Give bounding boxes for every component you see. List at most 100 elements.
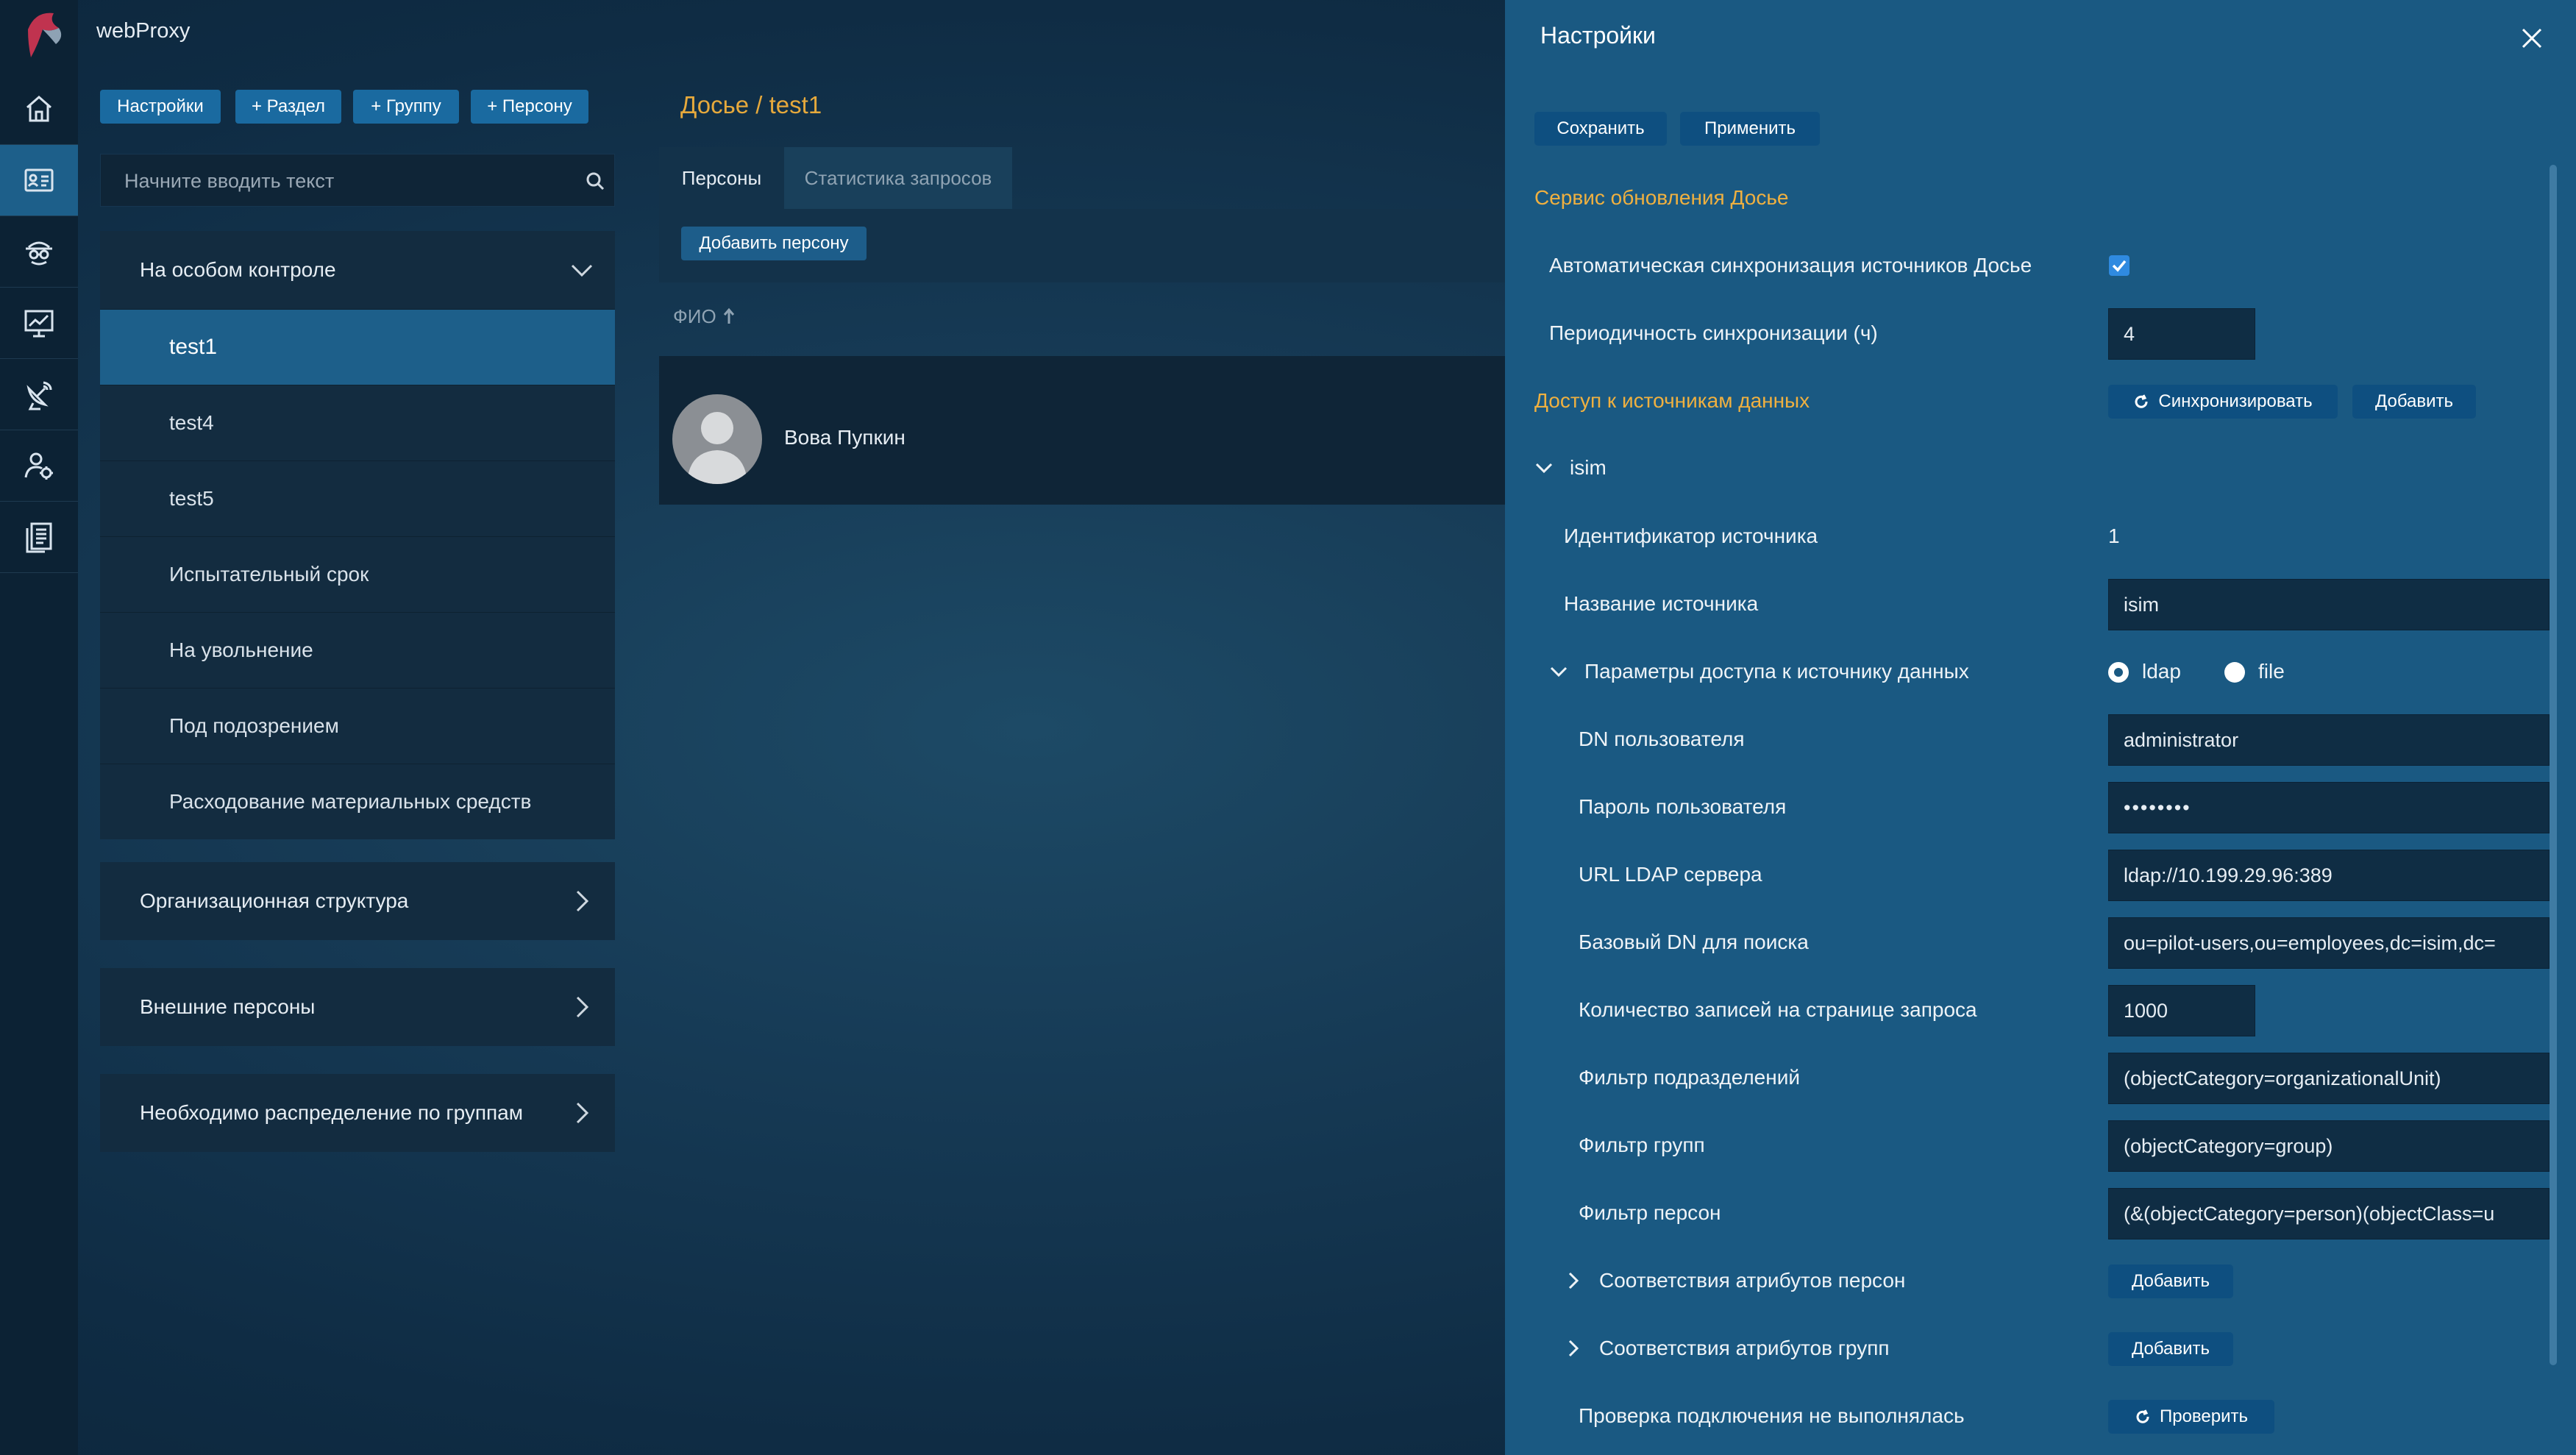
user-dn-label: DN пользователя (1579, 728, 1745, 750)
group-header-special-control[interactable]: На особом контроле (100, 231, 615, 309)
group-title: Внешние персоны (140, 995, 316, 1018)
group-filter-label: Фильтр групп (1579, 1134, 1705, 1156)
person-attr-map-label: Соответствия атрибутов персон (1599, 1269, 1906, 1292)
tab-persons[interactable]: Персоны (659, 147, 784, 209)
radio-file-label: file (2258, 660, 2285, 683)
check-button-label: Проверить (2159, 1406, 2249, 1426)
chevron-down-icon[interactable] (1549, 662, 1568, 681)
group-item-test5[interactable]: test5 (100, 460, 615, 536)
group-special-control: На особом контроле test1 test4 test5 Исп… (100, 231, 615, 839)
satellite-dish-icon[interactable] (0, 359, 78, 430)
group-item-material-spending[interactable]: Расходование материальных средств (100, 764, 615, 839)
auto-sync-checkbox[interactable] (2109, 255, 2130, 276)
page-size-label: Количество записей на странице запроса (1579, 998, 1977, 1021)
group-filter-field[interactable]: (objectCategory=group) (2108, 1120, 2550, 1172)
password-field[interactable]: •••••••• (2108, 782, 2550, 833)
check-status-label: Проверка подключения не выполнялась (1579, 1404, 1965, 1427)
person-filter-field[interactable]: (&(objectCategory=person)(objectClass=u (2108, 1188, 2550, 1239)
access-params-label: Параметры доступа к источнику данных (1584, 660, 1969, 683)
group-item-test4[interactable]: test4 (100, 385, 615, 460)
chevron-right-icon[interactable] (1564, 1339, 1583, 1358)
tab-request-stats[interactable]: Статистика запросов (784, 147, 1012, 209)
center-tabs: Персоны Статистика запросов (659, 147, 1505, 209)
password-label: Пароль пользователя (1579, 795, 1787, 818)
group-title: На особом контроле (140, 258, 336, 281)
dossier-icon[interactable] (0, 145, 78, 216)
source-title-label: Название источника (1564, 592, 1759, 615)
section-data-access: Доступ к источникам данных (1534, 389, 1810, 412)
ldap-url-field[interactable]: ldap://10.199.29.96:389 (2108, 850, 2550, 901)
add-person-button[interactable]: + Персону (471, 90, 588, 124)
add-person-tab-button[interactable]: Добавить персону (681, 227, 867, 260)
reports-icon[interactable] (0, 502, 78, 572)
table-row[interactable]: Вова Пупкин (659, 356, 1505, 505)
add-group-button[interactable]: + Группу (353, 90, 459, 124)
sync-button[interactable]: Синхронизировать (2108, 385, 2338, 419)
presentation-chart-icon[interactable] (0, 288, 78, 358)
nav-rail (0, 0, 78, 1455)
group-title: Организационная структура (140, 889, 409, 912)
search-input[interactable] (123, 154, 567, 207)
source-id-label: Идентификатор источника (1564, 524, 1818, 547)
refresh-icon (2135, 394, 2148, 408)
center-toolbar: Добавить персону (659, 209, 1505, 282)
ldap-url-label: URL LDAP сервера (1579, 863, 1762, 886)
search-box (100, 154, 615, 207)
source-title-field[interactable]: isim (2108, 579, 2550, 630)
group-title: Необходимо распределение по группам (140, 1101, 524, 1124)
apply-button[interactable]: Применить (1680, 112, 1820, 146)
sync-period-label: Периодичность синхронизации (ч) (1549, 321, 1878, 344)
group-org-structure[interactable]: Организационная структура (100, 862, 615, 940)
person-name: Вова Пупкин (784, 426, 905, 449)
column-header-label: ФИО (673, 305, 716, 327)
group-item-suspicion[interactable]: Под подозрением (100, 688, 615, 764)
section-update-service: Сервис обновления Досье (1534, 186, 1789, 209)
page-size-field[interactable]: 1000 (2108, 985, 2255, 1036)
app-title: webProxy (96, 19, 191, 43)
add-source-button[interactable]: Добавить (2352, 385, 2476, 419)
search-icon[interactable] (585, 171, 605, 191)
checkmark-icon (2112, 260, 2127, 272)
ou-filter-field[interactable]: (objectCategory=organizationalUnit) (2108, 1053, 2550, 1104)
sort-up-icon (723, 307, 735, 324)
panel-scrollbar[interactable] (2550, 165, 2557, 1365)
group-external-persons[interactable]: Внешние персоны (100, 968, 615, 1046)
person-filter-label: Фильтр персон (1579, 1201, 1721, 1224)
user-dn-field[interactable]: administrator (2108, 714, 2550, 766)
radio-ldap-label: ldap (2142, 660, 2181, 683)
source-id-value: 1 (2108, 524, 2120, 547)
radio-ldap[interactable] (2108, 662, 2129, 683)
chevron-right-icon[interactable] (569, 889, 594, 914)
chevron-right-icon[interactable] (1564, 1271, 1583, 1290)
sync-period-field[interactable]: 4 (2108, 308, 2255, 360)
add-section-button[interactable]: + Раздел (235, 90, 341, 124)
settings-button[interactable]: Настройки (100, 90, 221, 124)
user-settings-icon[interactable] (0, 430, 78, 501)
chevron-right-icon[interactable] (569, 1100, 594, 1125)
chevron-right-icon[interactable] (569, 995, 594, 1020)
app-logo-icon (28, 13, 62, 57)
auto-sync-label: Автоматическая синхронизация источников … (1549, 254, 2032, 277)
spy-icon[interactable] (0, 216, 78, 287)
group-distribution-needed[interactable]: Необходимо распределение по группам (100, 1074, 615, 1152)
add-group-attr-button[interactable]: Добавить (2108, 1332, 2233, 1366)
radio-file[interactable] (2224, 662, 2245, 683)
add-person-attr-button[interactable]: Добавить (2108, 1264, 2233, 1298)
close-icon[interactable] (2520, 26, 2544, 50)
base-dn-label: Базовый DN для поиска (1579, 931, 1809, 953)
chevron-down-icon[interactable] (1534, 458, 1554, 477)
column-header-fio[interactable]: ФИО (673, 305, 736, 328)
home-icon[interactable] (0, 74, 78, 144)
group-item-test1[interactable]: test1 (100, 309, 615, 385)
source-name-header: isim (1570, 456, 1607, 479)
save-button[interactable]: Сохранить (1534, 112, 1667, 146)
breadcrumb: Досье / test1 (680, 91, 822, 118)
group-item-dismissal[interactable]: На увольнение (100, 612, 615, 688)
sync-button-label: Синхронизировать (2158, 391, 2313, 411)
base-dn-field[interactable]: ou=pilot-users,ou=employees,dc=isim,dc= (2108, 917, 2550, 969)
chevron-down-icon[interactable] (569, 257, 594, 282)
group-attr-map-label: Соответствия атрибутов групп (1599, 1337, 1890, 1359)
refresh-icon (2136, 1409, 2149, 1423)
check-connection-button[interactable]: Проверить (2108, 1400, 2274, 1434)
group-item-probation[interactable]: Испытательный срок (100, 536, 615, 612)
